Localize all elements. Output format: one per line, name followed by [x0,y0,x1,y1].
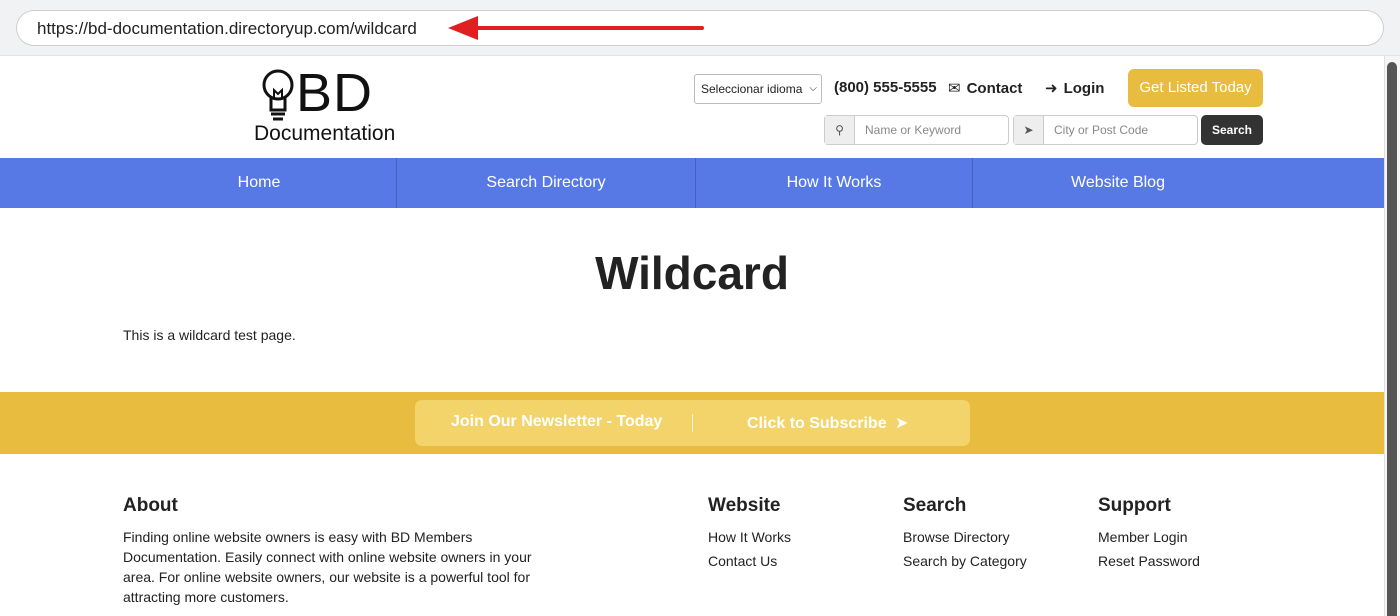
main-nav: Home Search Directory How It Works Websi… [0,158,1384,208]
site-logo[interactable]: BD Documentation [254,63,424,146]
footer-about-heading: About [123,495,178,516]
sign-in-icon: ➜ [1045,80,1058,97]
newsletter-bar: Join Our Newsletter - Today Click to Sub… [0,392,1384,454]
phone-number[interactable]: (800) 555-5555 [834,79,937,96]
login-link[interactable]: ➜ Login [1045,79,1104,97]
page-body-text: This is a wildcard test page. [123,327,296,343]
keyword-input[interactable]: Name or Keyword [865,123,961,137]
location-arrow-icon: ➤ [1014,116,1044,144]
location-input[interactable]: City or Post Code [1054,123,1148,137]
language-select[interactable]: Seleccionar idioma ⌵ [694,74,822,104]
scrollbar-thumb[interactable] [1387,62,1397,616]
newsletter-label: Join Our Newsletter - Today [451,413,663,430]
subscribe-label: Click to Subscribe [747,415,887,432]
lightbulb-icon [262,69,294,121]
envelope-icon: ✉ [948,80,961,97]
search-icon: ⚲ [825,116,855,144]
keyword-search-group[interactable]: ⚲ Name or Keyword [824,115,1009,145]
newsletter-divider [692,414,693,432]
login-label: Login [1063,80,1105,97]
browser-toolbar: https://bd-documentation.directoryup.com… [0,0,1400,56]
contact-label: Contact [966,80,1023,97]
footer-support-heading: Support [1098,495,1171,516]
footer-link-member-login[interactable]: Member Login [1098,527,1188,547]
language-select-value: Seleccionar idioma [701,82,803,96]
chevron-circle-right-icon: ➤ [895,415,909,432]
newsletter-box[interactable]: Join Our Newsletter - Today Click to Sub… [415,400,970,446]
url-text: https://bd-documentation.directoryup.com… [37,19,417,38]
page-title: Wildcard [595,247,789,299]
logo-sub-text: Documentation [254,122,396,145]
contact-link[interactable]: ✉ Contact [948,79,1022,97]
footer-search-heading: Search [903,495,967,516]
footer-link-contact-us[interactable]: Contact Us [708,551,777,571]
footer-link-search-by-category[interactable]: Search by Category [903,551,1027,571]
search-button[interactable]: Search [1201,115,1263,145]
annotation-arrow-icon [448,16,704,40]
location-search-group[interactable]: ➤ City or Post Code [1013,115,1198,145]
footer-about-text: Finding online website owners is easy wi… [123,529,532,605]
footer-link-browse-directory[interactable]: Browse Directory [903,527,1010,547]
subscribe-button[interactable]: Click to Subscribe ➤ [747,413,908,433]
chevron-down-icon: ⌵ [809,83,817,94]
nav-item-home[interactable]: Home [122,158,396,208]
get-listed-button[interactable]: Get Listed Today [1128,69,1263,107]
logo-main-text: BD [296,63,374,123]
page-scrollbar[interactable] [1384,56,1400,616]
nav-item-website-blog[interactable]: Website Blog [973,158,1263,208]
footer-link-how-it-works[interactable]: How It Works [708,527,791,547]
nav-item-how-it-works[interactable]: How It Works [696,158,972,208]
site-header: BD Documentation Seleccionar idioma ⌵ (8… [0,56,1384,158]
footer-website-heading: Website [708,495,781,516]
nav-item-search-directory[interactable]: Search Directory [397,158,695,208]
footer-link-reset-password[interactable]: Reset Password [1098,551,1200,571]
